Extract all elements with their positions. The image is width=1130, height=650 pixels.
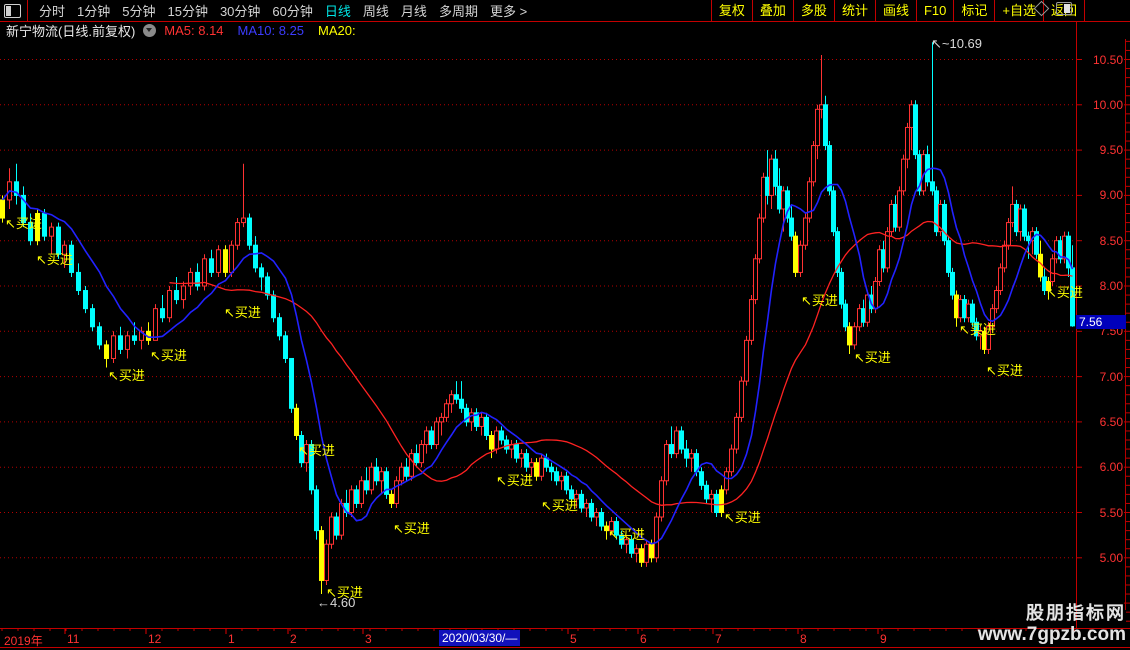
price-axis-label: 6.00 [1099,460,1123,475]
buy-signal-label: ↖买进 [724,510,761,525]
buy-signal-label: ↖买进 [608,527,645,542]
candles [0,42,1075,595]
price-axis-ticks [1124,40,1130,622]
buy-signal-label: ↖买进 [986,363,1023,378]
price-axis-label: 8.00 [1099,279,1123,293]
buy-signal-label: ↖买进 [496,473,533,488]
buy-signal-label: ↖买进 [854,350,891,365]
price-axis-label: 7.00 [1099,369,1123,384]
watermark-url: www.7gpzb.com [977,624,1126,646]
buy-signal-label: ↖买进 [108,368,145,383]
buy-signal-label: ↖买进 [1046,285,1083,300]
buy-signal-label: ↖买进 [393,521,430,536]
bottom-border [0,647,1130,648]
watermark-site-name: 股朋指标网 [1026,603,1126,624]
buy-signal-label: ↖买进 [298,443,335,458]
x-axis-label: 7 [715,632,722,646]
price-axis-label: 8.50 [1099,233,1123,248]
price-axis-label: 5.00 [1099,550,1123,565]
buy-signal-label: ↖买进 [959,322,996,337]
buy-signal-label: ↖买进 [801,293,838,308]
x-axis-label: 12 [148,632,162,646]
watermark: 股朋指标网 www.7gpzb.com [978,603,1126,646]
buy-signal-label: ↖买进 [541,498,578,513]
x-axis-label: 6 [640,632,647,646]
x-axis-label: 2 [290,632,297,646]
price-axis-label: 9.50 [1099,143,1123,158]
x-axis-label: 1 [228,632,235,646]
price-axis-label: 10.50 [1092,52,1123,67]
x-axis: 2020/03/30/— 2019年 11 12 1 2 3 5 6 7 8 9 [0,628,1130,648]
buy-signal-label: ↖买进 [5,216,42,231]
price-axis-label: 9.00 [1099,188,1123,203]
price-axis-label: 6.50 [1099,414,1123,429]
current-price-tag: 7.56 [1076,315,1126,329]
buy-signal-label: ↖买进 [224,305,261,320]
price-extreme-annotation: ↖~10.69 [931,36,983,51]
x-axis-label: 5 [570,632,577,646]
x-axis-label: 9 [880,632,887,646]
price-axis-label: 5.50 [1099,505,1123,520]
x-axis-label: 8 [800,632,807,646]
price-extreme-annotation: ←4.60 [317,595,356,610]
x-axis-label: 11 [67,632,80,646]
buy-signal-label: ↖买进 [36,252,73,267]
stock-app-window: 分时 1分钟 5分钟 15分钟 30分钟 60分钟 日线 周线 月线 多周期 更多 > 复权 叠加 多股… [0,0,1130,650]
x-axis-label: 3 [365,632,372,646]
selected-date-tag: 2020/03/30/— [439,630,521,646]
price-axis-label: 10.00 [1092,97,1123,112]
buy-signal-label: ↖买进 [150,348,187,363]
